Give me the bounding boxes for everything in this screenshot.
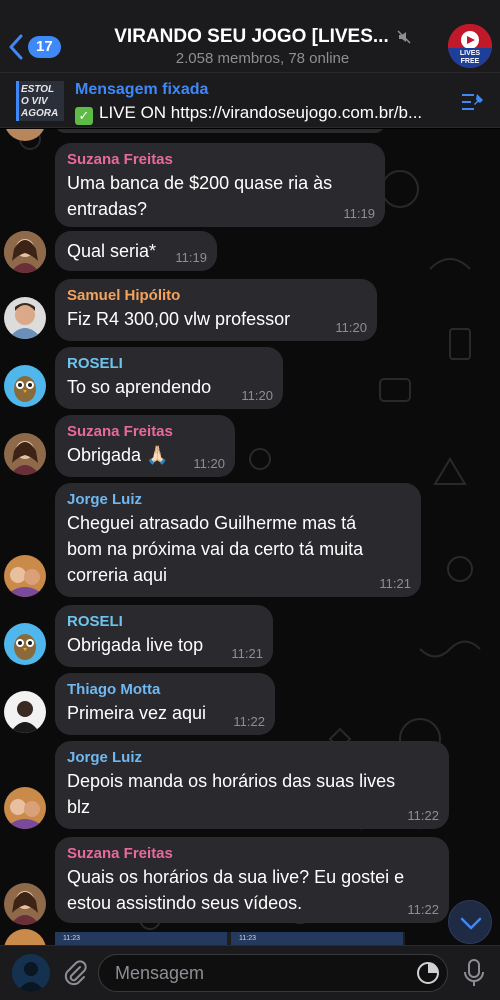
message-sender[interactable]: Jorge Luiz: [67, 490, 409, 510]
back-button[interactable]: 17: [8, 34, 61, 60]
message-time: 11:21: [231, 646, 263, 661]
image-message-preview[interactable]: 11:23 11:23: [55, 932, 405, 945]
user-photo-icon: [4, 787, 46, 829]
pinned-thumb-line-2: O VIV: [21, 96, 48, 107]
message-sender[interactable]: Jorge Luiz: [67, 748, 437, 768]
message-sender[interactable]: Samuel Hipólito: [67, 286, 365, 306]
message-sender[interactable]: ROSELI: [67, 612, 261, 632]
message-sender[interactable]: ROSELI: [67, 354, 271, 374]
message-bubble[interactable]: ROSELI Obrigada live top 11:21: [55, 605, 273, 667]
check-mark-icon: ✓: [75, 107, 93, 125]
user-photo-icon: [4, 883, 46, 925]
message-bubble[interactable]: ROSELI To so aprendendo 11:20: [55, 347, 283, 409]
message-text: Fiz R4 300,00 vlw professor: [67, 309, 291, 329]
user-photo-icon: [4, 231, 46, 273]
pinned-thumbnail: ESTOL O VIV AGORA: [16, 81, 64, 121]
screenshot-thumbnail: 11:23: [231, 932, 403, 945]
pinned-thumb-line-3: AGORA: [21, 108, 59, 119]
message-bubble[interactable]: Thiago Motta Primeira vez aqui 11:22: [55, 673, 275, 735]
owl-avatar-icon: [4, 623, 46, 665]
avatar[interactable]: [4, 365, 46, 407]
message-text: Uma banca de $200 quase ria às entradas?: [67, 173, 333, 219]
message-text: Quais os horários da sua live? Eu gostei…: [67, 867, 405, 913]
message-time: 11:22: [407, 808, 439, 823]
avatar[interactable]: [4, 231, 46, 273]
avatar[interactable]: [4, 787, 46, 829]
send-as-avatar[interactable]: [12, 954, 50, 992]
message-sender[interactable]: Suzana Freitas: [67, 844, 437, 864]
message-list[interactable]: Suzana Freitas Uma banca de $200 quase r…: [0, 129, 500, 945]
pinned-label: Mensagem fixada: [75, 81, 209, 98]
user-photo-icon: [12, 954, 50, 992]
message-time: 11:20: [193, 456, 225, 471]
muted-icon: [397, 30, 411, 44]
message-bubble[interactable]: Qual seria* 11:19: [55, 231, 217, 271]
message-bubble[interactable]: Suzana Freitas Uma banca de $200 quase r…: [55, 143, 385, 227]
scroll-to-bottom-button[interactable]: [448, 900, 492, 944]
message-bubble[interactable]: Jorge Luiz Depois manda os horários das …: [55, 741, 449, 829]
pinned-list-icon[interactable]: [460, 91, 486, 113]
user-photo-icon: [4, 297, 46, 339]
composer-bar: [0, 945, 500, 1000]
avatar[interactable]: [4, 691, 46, 733]
chat-header: 17 VIRANDO SEU JOGO [LIVES... 2.058 memb…: [0, 0, 500, 72]
chat-title: VIRANDO SEU JOGO [LIVES...: [114, 26, 389, 47]
message-time: 11:22: [407, 902, 439, 917]
message-bubble[interactable]: Suzana Freitas Obrigada 🙏🏻 11:20: [55, 415, 235, 477]
avatar[interactable]: [4, 433, 46, 475]
avatar[interactable]: [4, 297, 46, 339]
user-photo-icon: [4, 691, 46, 733]
message-time: 11:20: [335, 320, 367, 335]
user-photo-icon: [4, 555, 46, 597]
attachment-icon[interactable]: [62, 959, 88, 987]
message-sender[interactable]: Suzana Freitas: [67, 422, 223, 442]
unread-count-badge: 17: [28, 36, 61, 58]
owl-avatar-icon: [4, 365, 46, 407]
message-time: 11:20: [241, 388, 273, 403]
avatar[interactable]: [4, 555, 46, 597]
message-text: To so aprendendo: [67, 377, 212, 397]
message-bubble[interactable]: Samuel Hipólito Fiz R4 300,00 vlw profes…: [55, 279, 377, 341]
message-time: 11:19: [343, 206, 375, 221]
message-sender[interactable]: Suzana Freitas: [67, 150, 373, 170]
avatar[interactable]: [4, 883, 46, 925]
chevron-left-icon: [9, 34, 23, 60]
play-logo-icon: [461, 31, 479, 48]
pinned-message-bar[interactable]: ESTOL O VIV AGORA Mensagem fixada ✓ LIVE …: [0, 72, 500, 128]
message-text: Cheguei atrasado Guilherme mas tá bom na…: [67, 513, 364, 585]
message-text: Depois manda os horários das suas lives …: [67, 771, 396, 817]
avatar[interactable]: [4, 623, 46, 665]
group-avatar-text-2: FREE: [460, 58, 480, 65]
message-time: 11:21: [379, 576, 411, 591]
message-bubble[interactable]: Suzana Freitas Quais os horários da sua …: [55, 837, 449, 923]
message-time: 11:22: [233, 714, 265, 729]
sticker-icon[interactable]: [416, 961, 440, 985]
pinned-text: LIVE ON https://virandoseujogo.com.br/b.…: [99, 103, 423, 122]
pinned-text-row: ✓ LIVE ON https://virandoseujogo.com.br/b…: [75, 103, 458, 125]
message-input[interactable]: [98, 954, 448, 992]
pinned-thumb-line-1: ESTOL: [21, 84, 55, 95]
group-avatar-text-1: LIVES: [459, 50, 481, 57]
microphone-icon[interactable]: [463, 958, 485, 988]
chat-title-area[interactable]: VIRANDO SEU JOGO [LIVES... 2.058 membros…: [95, 26, 430, 67]
chevron-down-icon: [460, 917, 482, 930]
message-bubble-partial: [55, 129, 385, 133]
message-sender[interactable]: Thiago Motta: [67, 680, 263, 700]
message-time: 11:19: [175, 250, 207, 265]
user-photo-icon: [4, 433, 46, 475]
screenshot-thumbnail: 11:23: [55, 932, 227, 945]
chat-members-status: 2.058 membros, 78 online: [175, 50, 350, 67]
message-bubble[interactable]: Jorge Luiz Cheguei atrasado Guilherme ma…: [55, 483, 421, 597]
group-avatar[interactable]: LIVES FREE: [448, 24, 492, 68]
